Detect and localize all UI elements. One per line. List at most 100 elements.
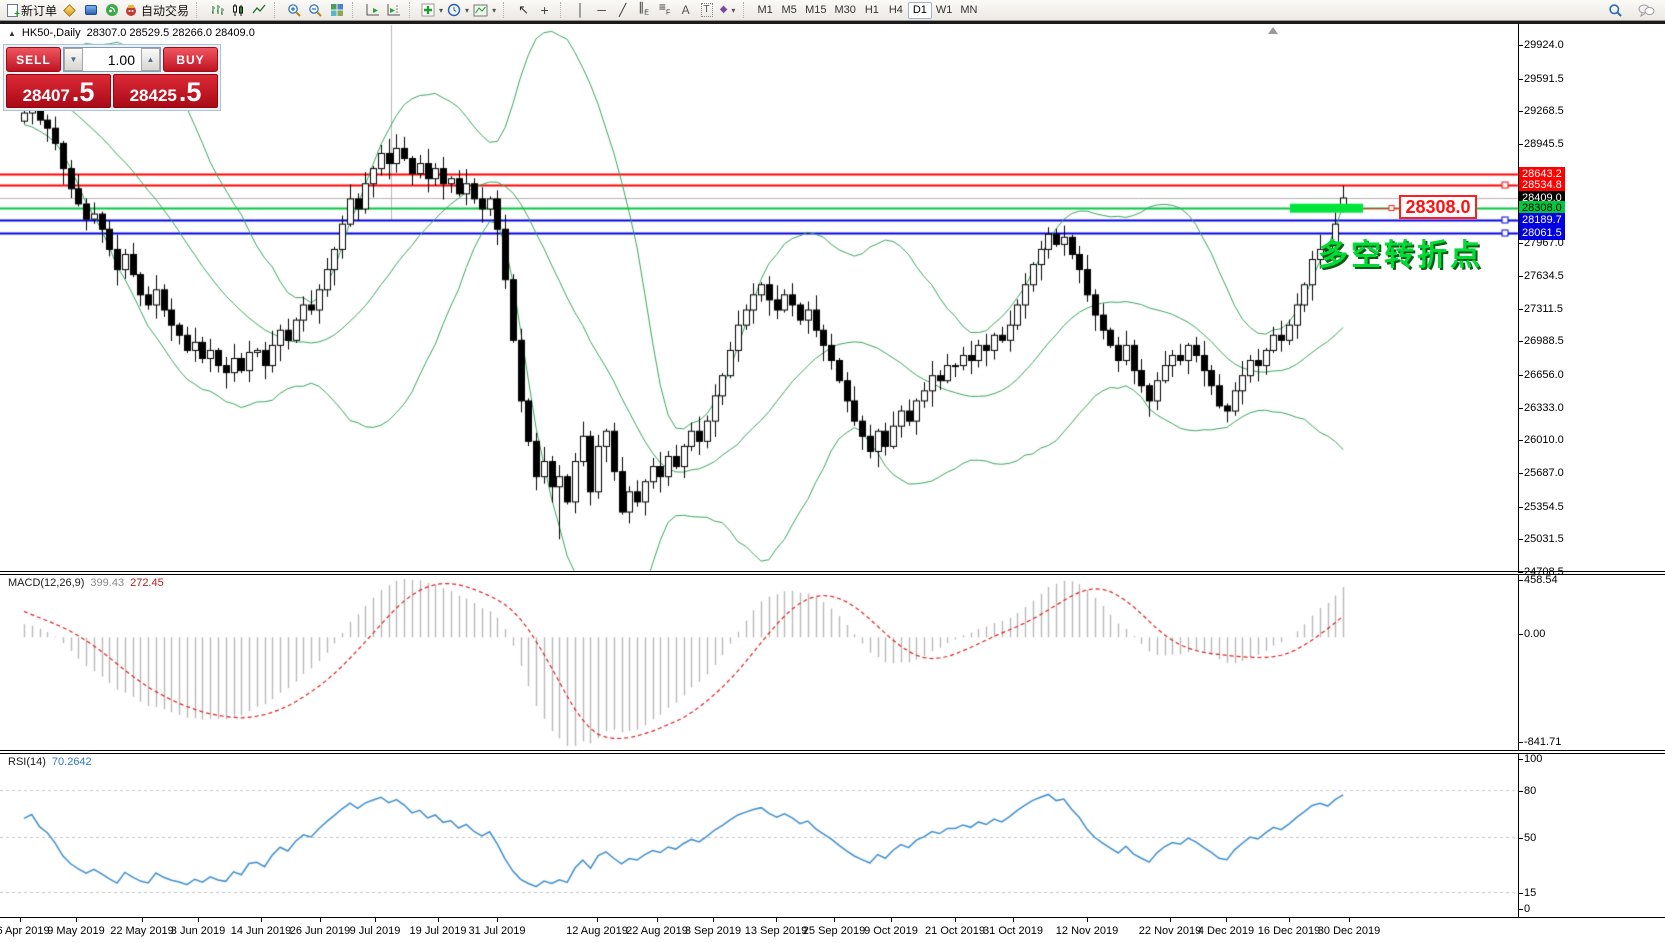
price-tick-mark: [1518, 45, 1523, 46]
timeframe-button-H1[interactable]: H1: [860, 2, 884, 19]
autoscroll-button[interactable]: [362, 1, 383, 19]
sell-price-display[interactable]: 28407 .5: [6, 74, 111, 108]
date-tick-label[interactable]: 12 Nov 2019: [1056, 925, 1118, 937]
crosshair-button[interactable]: +: [534, 1, 555, 19]
price-tick-mark: [1518, 507, 1523, 508]
date-tick-label[interactable]: 25 Sep 2019: [803, 925, 865, 937]
new-order-button[interactable]: 新订单: [5, 1, 59, 19]
zoom-in-icon: [287, 3, 302, 18]
price-tick-label: 26010.0: [1524, 434, 1564, 446]
tile-windows-icon: [330, 3, 344, 17]
date-tick-label[interactable]: 9 Jul 2019: [350, 925, 401, 937]
arrows-icon: ◆: [720, 4, 728, 16]
buy-button[interactable]: BUY: [163, 47, 218, 72]
date-tick-label[interactable]: 4 Dec 2019: [1198, 925, 1254, 937]
date-tick-label[interactable]: 13 Sep 2019: [745, 925, 807, 937]
search-button[interactable]: [1605, 1, 1626, 19]
lot-increase-button[interactable]: ▲: [141, 48, 160, 71]
chart-shift-button[interactable]: [383, 1, 404, 19]
horizontal-line-button[interactable]: ─: [591, 1, 612, 19]
timeframe-button-M5[interactable]: M5: [777, 2, 801, 19]
date-tick-label[interactable]: 26 Apr 2019: [0, 925, 50, 937]
date-axis: 26 Apr 20199 May 2019 22 May 20193 Jun 20…: [0, 917, 1665, 943]
date-tick-label[interactable]: 12 Aug 2019: [566, 925, 628, 937]
clock-icon: [447, 3, 461, 17]
zoom-in-button[interactable]: [284, 1, 305, 19]
date-tick-label[interactable]: 14 Jun 2019: [231, 925, 292, 937]
indicators-button[interactable]: ▾: [419, 1, 445, 19]
price-tick-mark: [1518, 309, 1523, 310]
trendline-button[interactable]: ╱: [612, 1, 633, 19]
buy-price-display[interactable]: 28425 .5: [113, 74, 218, 108]
timeframe-button-MN[interactable]: MN: [956, 2, 981, 19]
trade-panel-top-row: SELL ▼ 1.00 ▲ BUY: [6, 47, 218, 72]
cursor-button[interactable]: ↖: [513, 1, 534, 19]
signals-button[interactable]: [101, 1, 122, 19]
collapse-marker-icon[interactable]: ▲: [8, 29, 16, 38]
rsi-tick-mark: [1518, 909, 1523, 910]
date-tick-label[interactable]: 30 Dec 2019: [1318, 925, 1380, 937]
sell-price-main: 28407: [23, 86, 70, 106]
text-button[interactable]: A: [675, 1, 696, 19]
price-tick-label: 27634.5: [1524, 270, 1564, 282]
date-tick-label[interactable]: 22 Nov 2019: [1139, 925, 1201, 937]
trade-panel-price-row: 28407 .5 28425 .5: [6, 74, 218, 108]
timeframe-button-D1[interactable]: D1: [908, 2, 932, 19]
date-tick-label[interactable]: 31 Jul 2019: [469, 925, 526, 937]
rsi-panel-divider[interactable]: [0, 750, 1665, 754]
date-tick-label[interactable]: 3 Sep 2019: [685, 925, 741, 937]
date-tick-label[interactable]: 16 Dec 2019: [1258, 925, 1320, 937]
new-order-icon: [7, 4, 18, 17]
price-tick-mark: [1518, 79, 1523, 80]
date-tick-label[interactable]: 31 Oct 2019: [983, 925, 1043, 937]
date-tick-mark: [955, 918, 956, 922]
vertical-line-button[interactable]: │: [570, 1, 591, 19]
timeframe-button-M30[interactable]: M30: [830, 2, 859, 19]
community-button[interactable]: [80, 1, 101, 19]
periods-button[interactable]: ▾: [445, 1, 471, 19]
templates-button[interactable]: ▾: [471, 1, 498, 19]
chart-canvas[interactable]: [0, 0, 1665, 943]
scroll-group: [359, 0, 407, 20]
date-tick-label[interactable]: 3 Jun 2019: [171, 925, 225, 937]
arrows-button[interactable]: ◆ ▾: [717, 1, 738, 19]
date-tick-label[interactable]: 9 Oct 2019: [864, 925, 918, 937]
price-callout-label[interactable]: 28308.0: [1399, 195, 1477, 219]
price-level-chip[interactable]: 28189.7: [1519, 213, 1565, 227]
price-tick-label: 27311.5: [1524, 303, 1563, 315]
chart-note-text[interactable]: 多空转折点: [1318, 230, 1483, 274]
bar-chart-button[interactable]: [206, 1, 227, 19]
zoom-out-button[interactable]: [305, 1, 326, 19]
autoscroll-icon: [365, 3, 380, 17]
price-tick-mark: [1518, 440, 1523, 441]
date-tick-mark: [20, 918, 21, 922]
toolbar-separator: [196, 2, 201, 18]
metaeditor-button[interactable]: [59, 1, 80, 19]
sell-button[interactable]: SELL: [6, 47, 61, 72]
lot-decrease-button[interactable]: ▼: [64, 48, 83, 71]
timeframe-button-M15[interactable]: M15: [801, 2, 830, 19]
fibonacci-button[interactable]: ≡F: [654, 1, 675, 19]
macd-panel-divider[interactable]: [0, 571, 1665, 575]
date-tick-label[interactable]: 19 Jul 2019: [410, 925, 467, 937]
price-level-chip[interactable]: 28061.5: [1519, 226, 1565, 240]
chat-button[interactable]: [1636, 1, 1657, 19]
date-tick-label[interactable]: 22 May 2019: [110, 925, 174, 937]
timeframe-button-H4[interactable]: H4: [884, 2, 908, 19]
price-tick-mark: [1518, 144, 1523, 145]
date-tick-label[interactable]: 26 Jun 2019: [290, 925, 351, 937]
chart-shift-marker[interactable]: [1268, 27, 1278, 34]
lot-size-value[interactable]: 1.00: [83, 48, 141, 71]
date-tick-label[interactable]: 21 Oct 2019: [925, 925, 985, 937]
candlestick-chart-button[interactable]: [227, 1, 248, 19]
channel-button[interactable]: ∥E: [633, 1, 654, 19]
timeframe-button-M1[interactable]: M1: [753, 2, 777, 19]
autotrade-button[interactable]: 自动交易: [122, 1, 191, 19]
text-label-button[interactable]: T: [696, 1, 717, 19]
line-chart-button[interactable]: [248, 1, 269, 19]
timeframe-button-W1[interactable]: W1: [932, 2, 957, 19]
fibonacci-icon: ≡F: [659, 1, 670, 19]
date-tick-label[interactable]: 9 May 2019: [47, 925, 104, 937]
tile-windows-button[interactable]: [326, 1, 347, 19]
date-tick-label[interactable]: 22 Aug 2019: [626, 925, 688, 937]
